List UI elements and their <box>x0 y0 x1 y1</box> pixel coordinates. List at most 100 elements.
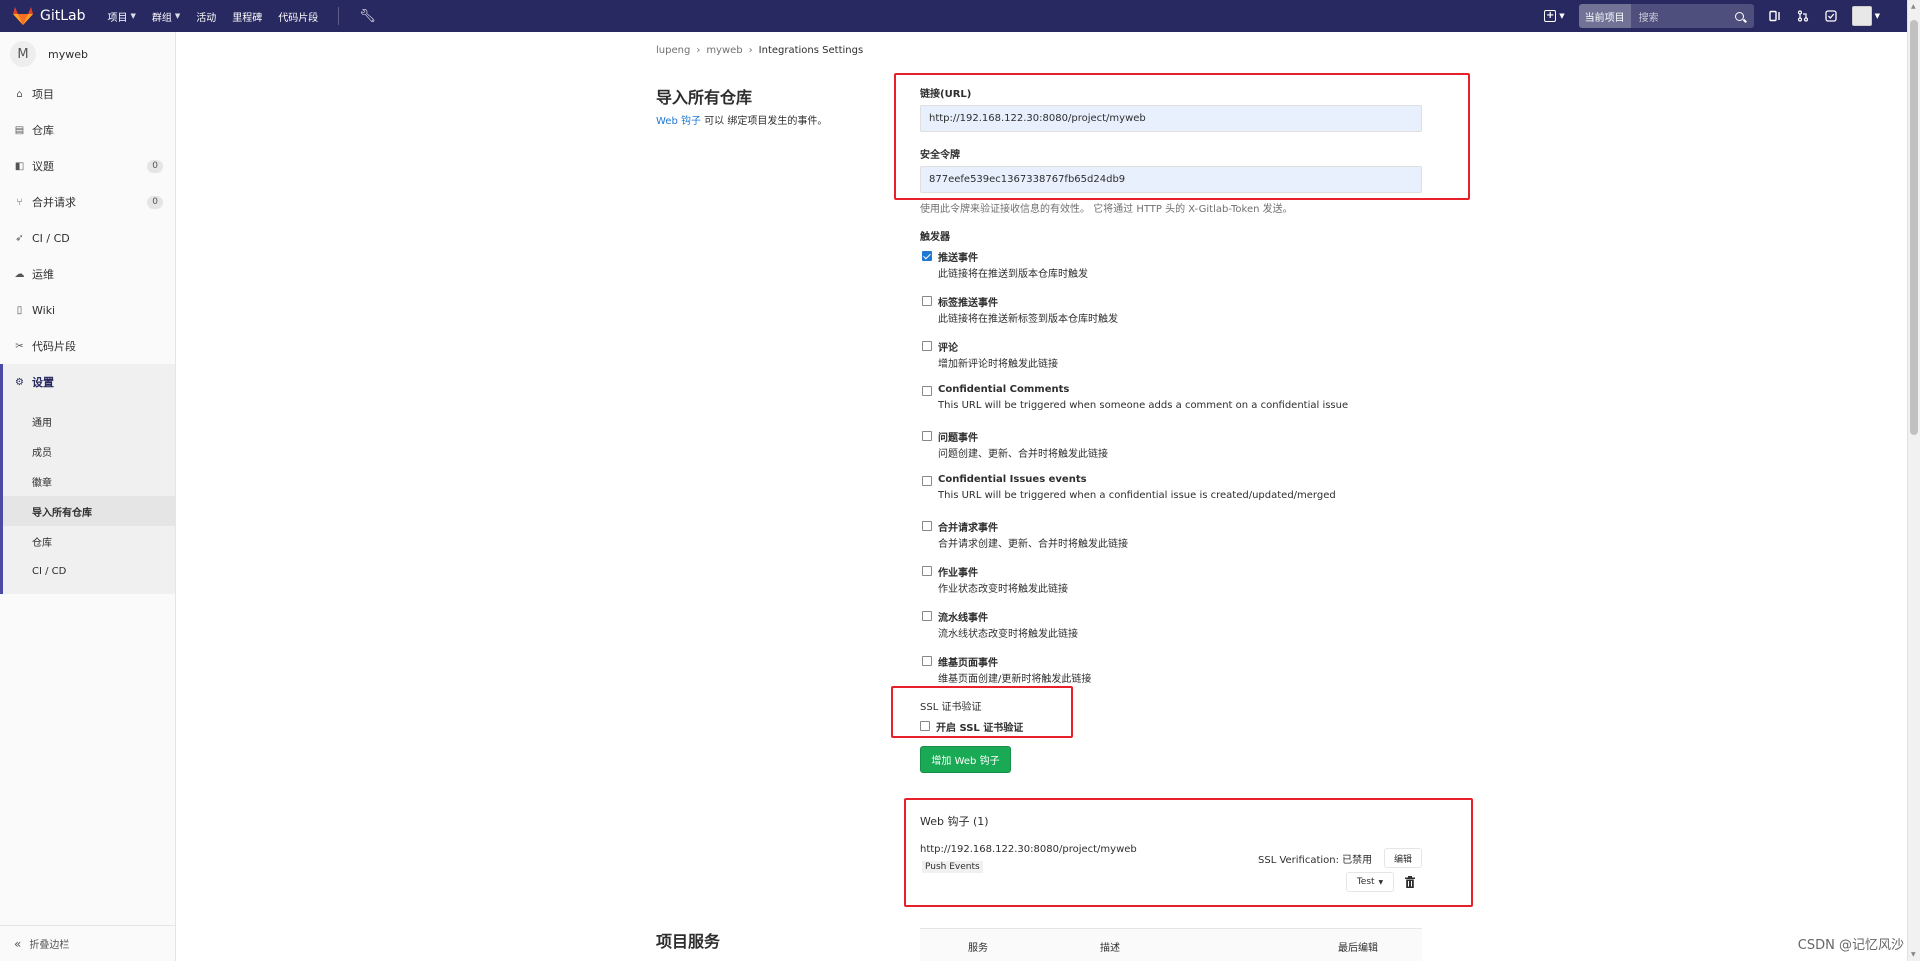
doc-icon: ▤ <box>14 124 25 136</box>
gitlab-logo[interactable]: GitLab <box>12 6 86 26</box>
sidebar-item-issues[interactable]: ◧ 议题 0 <box>0 148 175 184</box>
sidebar-project-header[interactable]: M myweb <box>0 32 175 76</box>
todo-check-icon[interactable] <box>1824 9 1838 23</box>
cloud-gear-icon: ☁ <box>14 268 25 280</box>
scrollbar-thumb[interactable] <box>1910 20 1918 435</box>
breadcrumb-user[interactable]: lupeng <box>656 45 690 56</box>
sidebar-item-repository[interactable]: ▤ 仓库 <box>0 112 175 148</box>
sidebar-subitem-general[interactable]: 通用 <box>3 406 175 436</box>
breadcrumb-separator-icon: › <box>696 45 701 56</box>
nav-activity[interactable]: 活动 <box>196 9 216 24</box>
breadcrumb-project[interactable]: myweb <box>706 45 742 56</box>
search-scope-badge[interactable]: 当前项目 <box>1578 4 1631 28</box>
trigger-desc: 问题创建、更新、合并时将触发此链接 <box>938 449 1108 460</box>
search-box[interactable]: 当前项目 搜索 <box>1578 4 1754 28</box>
push-events-checkbox[interactable] <box>922 251 932 261</box>
trigger-name: 评论 <box>938 343 958 354</box>
trigger-name: 问题事件 <box>938 433 978 444</box>
token-help-text: 使用此令牌来验证接收信息的有效性。 它将通过 HTTP 头的 X-Gitlab-… <box>920 204 1293 215</box>
trigger-name: 维基页面事件 <box>938 658 998 669</box>
sidebar-subitem-badges[interactable]: 徽章 <box>3 466 175 496</box>
sidebar-item-project[interactable]: ⌂ 项目 <box>0 76 175 112</box>
sidebar-subitem-members[interactable]: 成员 <box>3 436 175 466</box>
admin-wrench-icon[interactable]: 🔧︎ <box>359 9 376 24</box>
settings-subnav: 通用 成员 徽章 导入所有仓库 仓库 CI / CD <box>0 400 175 594</box>
issues-icon[interactable] <box>1768 9 1782 23</box>
sidebar-subitem-ci-cd[interactable]: CI / CD <box>3 556 175 586</box>
trigger-name: Confidential Comments <box>938 384 1070 395</box>
scroll-up-arrow-icon[interactable]: ▲ <box>1911 3 1916 10</box>
add-webhook-button[interactable]: 增加 Web 钩子 <box>920 746 1011 773</box>
nav-projects[interactable]: 项目 ▼ <box>108 9 136 24</box>
scissors-icon: ✂ <box>15 340 24 352</box>
sidebar-item-snippets[interactable]: ✂ 代码片段 <box>0 328 175 364</box>
sidebar-subitem-repository[interactable]: 仓库 <box>3 526 175 556</box>
sidebar-item-label: 仓库 <box>32 124 54 137</box>
sidebar-item-label: 议题 <box>32 160 54 173</box>
plus-icon: + <box>1544 10 1557 22</box>
issues-events-checkbox[interactable] <box>922 431 932 441</box>
job-events-checkbox[interactable] <box>922 566 932 576</box>
annotation-box-url-token <box>894 73 1470 200</box>
trigger-desc: 维基页面创建/更新时将触发此链接 <box>938 674 1092 685</box>
trigger-name: 作业事件 <box>938 568 978 579</box>
trigger-name: 推送事件 <box>938 253 978 264</box>
book-icon: ▯ <box>16 304 23 316</box>
rocket-icon: ➶ <box>15 232 24 244</box>
gitlab-fox-icon <box>13 7 33 25</box>
double-chevron-left-icon: « <box>14 936 22 951</box>
tag-push-events-checkbox[interactable] <box>922 296 932 306</box>
sidebar-item-operations[interactable]: ☁ 运维 <box>0 256 175 292</box>
comments-checkbox[interactable] <box>922 341 932 351</box>
trigger-desc: 作业状态改变时将触发此链接 <box>938 584 1068 595</box>
sidebar-item-label: 运维 <box>32 268 54 281</box>
project-avatar: M <box>10 41 36 67</box>
nav-milestones[interactable]: 里程碑 <box>232 9 262 24</box>
project-name: myweb <box>48 47 88 61</box>
sidebar-item-label: Wiki <box>32 303 56 317</box>
sidebar-subitem-integrations[interactable]: 导入所有仓库 <box>3 496 175 526</box>
page-scrollbar[interactable]: ▲ ▼ <box>1907 0 1920 961</box>
breadcrumb-separator-icon: › <box>748 45 753 56</box>
nav-divider <box>338 7 340 25</box>
page-description-text: 可以 绑定项目发生的事件。 <box>704 116 828 127</box>
sidebar-item-wiki[interactable]: ▯ Wiki <box>0 292 175 328</box>
breadcrumb-current[interactable]: Integrations Settings <box>759 45 864 56</box>
sidebar-item-label: 设置 <box>32 376 54 389</box>
issues-count-badge: 0 <box>147 159 163 173</box>
nav-snippets[interactable]: 代码片段 <box>278 9 318 24</box>
trigger-name: 标签推送事件 <box>938 298 998 309</box>
nav-groups[interactable]: 群组 ▼ <box>152 9 180 24</box>
home-icon: ⌂ <box>16 88 23 100</box>
sidebar-item-ci-cd[interactable]: ➶ CI / CD <box>0 220 175 256</box>
search-input[interactable]: 搜索 <box>1631 9 1735 24</box>
merge-request-icon[interactable] <box>1796 9 1810 23</box>
triggers-label: 触发器 <box>920 232 950 243</box>
pipeline-events-checkbox[interactable] <box>922 611 932 621</box>
chevron-down-icon: ▼ <box>1874 12 1880 20</box>
brand-name: GitLab <box>40 8 86 24</box>
user-avatar <box>1851 6 1872 26</box>
webhooks-help-link[interactable]: Web 钩子 <box>656 116 701 127</box>
trigger-desc: This URL will be triggered when someone … <box>938 400 1349 411</box>
collapse-sidebar-label: 折叠边栏 <box>29 940 70 951</box>
collapse-sidebar-button[interactable]: « 折叠边栏 <box>0 925 176 961</box>
sidebar-item-settings[interactable]: ⚙ 设置 <box>0 364 175 400</box>
nav-projects-label: 项目 <box>107 12 128 24</box>
annotation-box-ssl <box>891 686 1073 738</box>
project-services-title: 项目服务 <box>656 932 721 951</box>
new-dropdown[interactable]: + ▼ <box>1544 10 1565 22</box>
confidential-comments-checkbox[interactable] <box>922 386 932 396</box>
trigger-desc: 增加新评论时将触发此链接 <box>938 359 1058 370</box>
wiki-page-events-checkbox[interactable] <box>922 656 932 666</box>
trigger-desc: 合并请求创建、更新、合并时将触发此链接 <box>938 539 1128 550</box>
trigger-desc: This URL will be triggered when a confid… <box>938 490 1336 501</box>
confidential-issues-checkbox[interactable] <box>922 476 932 486</box>
top-nav: 项目 ▼ 群组 ▼ 活动 里程碑 代码片段 🔧︎ <box>108 7 376 25</box>
scroll-down-arrow-icon[interactable]: ▼ <box>1911 951 1916 958</box>
page-title: 导入所有仓库 <box>656 88 753 107</box>
merge-request-events-checkbox[interactable] <box>922 521 932 531</box>
trigger-name: 合并请求事件 <box>938 523 998 534</box>
user-menu[interactable]: ▼ <box>1851 6 1880 26</box>
sidebar-item-merge-requests[interactable]: ⑂ 合并请求 0 <box>0 184 175 220</box>
